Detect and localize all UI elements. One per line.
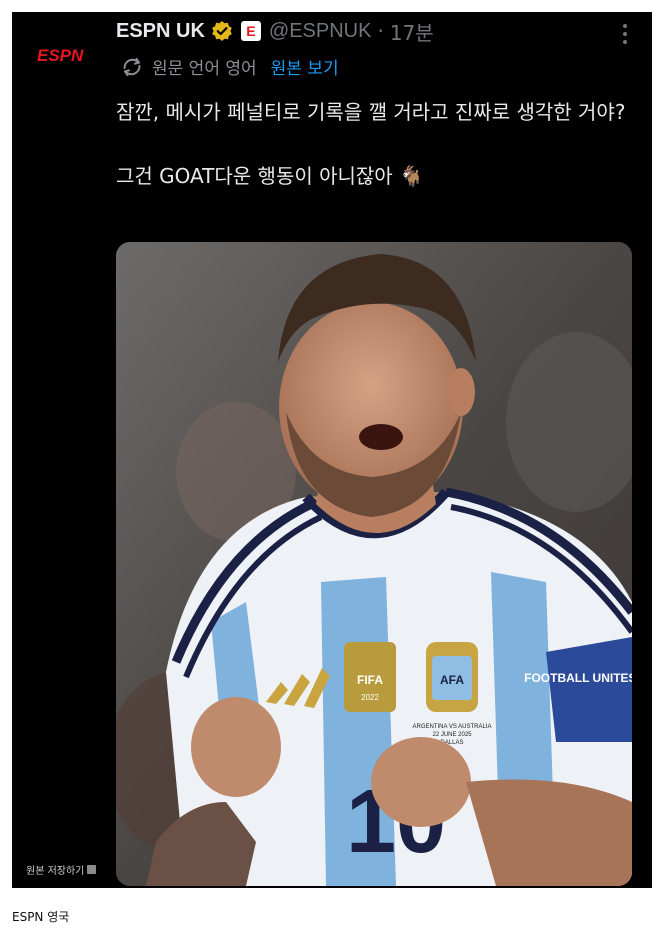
user-handle[interactable]: @ESPNUK [269, 20, 372, 43]
tweet-text-line: 그건 GOAT다운 행동이 아니잖아 🐐 [116, 164, 424, 188]
display-name[interactable]: ESPN UK [116, 20, 205, 43]
armband-text: FOOTBALL UNITES the [524, 671, 632, 685]
translation-row: 원문 언어 영어 원본 보기 [120, 54, 339, 79]
affiliate-badge-icon: E [240, 21, 261, 41]
match-date: 22 JUNE 2025 [432, 732, 472, 738]
tweet-text: 잠깐, 메시가 페널티로 기록을 깰 거라고 진짜로 생각한 거야? 그건 GO… [116, 96, 636, 192]
fifa-badge-text: FIFA [357, 673, 383, 687]
more-options-icon[interactable] [622, 24, 628, 44]
photo-player-celebrating-icon: FIFA 2022 AFA ARGENTINA VS AUSTRALIA 22 … [116, 242, 632, 886]
save-original-label: 원본 저장하기 [26, 866, 85, 877]
translate-icon [123, 57, 141, 76]
tweet-header: ESPN UK E @ESPNUK · 17분 [116, 16, 642, 46]
caption-text: ESPN 영국 [12, 910, 70, 924]
match-text: ARGENTINA VS AUSTRALIA [412, 724, 491, 730]
afa-crest-text: AFA [440, 673, 464, 687]
fifa-badge-year: 2022 [361, 693, 379, 702]
save-original-button[interactable]: 원본 저장하기 [26, 862, 97, 877]
verified-badge-icon [212, 21, 232, 41]
tweet-text-line: 잠깐, 메시가 페널티로 기록을 깰 거라고 진짜로 생각한 거야? [116, 100, 626, 124]
tweet-media-photo[interactable]: FIFA 2022 AFA ARGENTINA VS AUSTRALIA 22 … [116, 242, 632, 886]
tweet-card: ESPN ESPN UK E @ESPNUK · 17분 원문 언어 영어 원본… [12, 12, 652, 888]
espn-logo[interactable]: ESPN [37, 46, 83, 66]
save-icon [87, 865, 97, 874]
post-time[interactable]: 17분 [390, 17, 434, 46]
source-language-label: 원문 언어 영어 [152, 59, 257, 79]
show-original-link[interactable]: 원본 보기 [271, 54, 339, 79]
separator-dot: · [377, 19, 384, 43]
